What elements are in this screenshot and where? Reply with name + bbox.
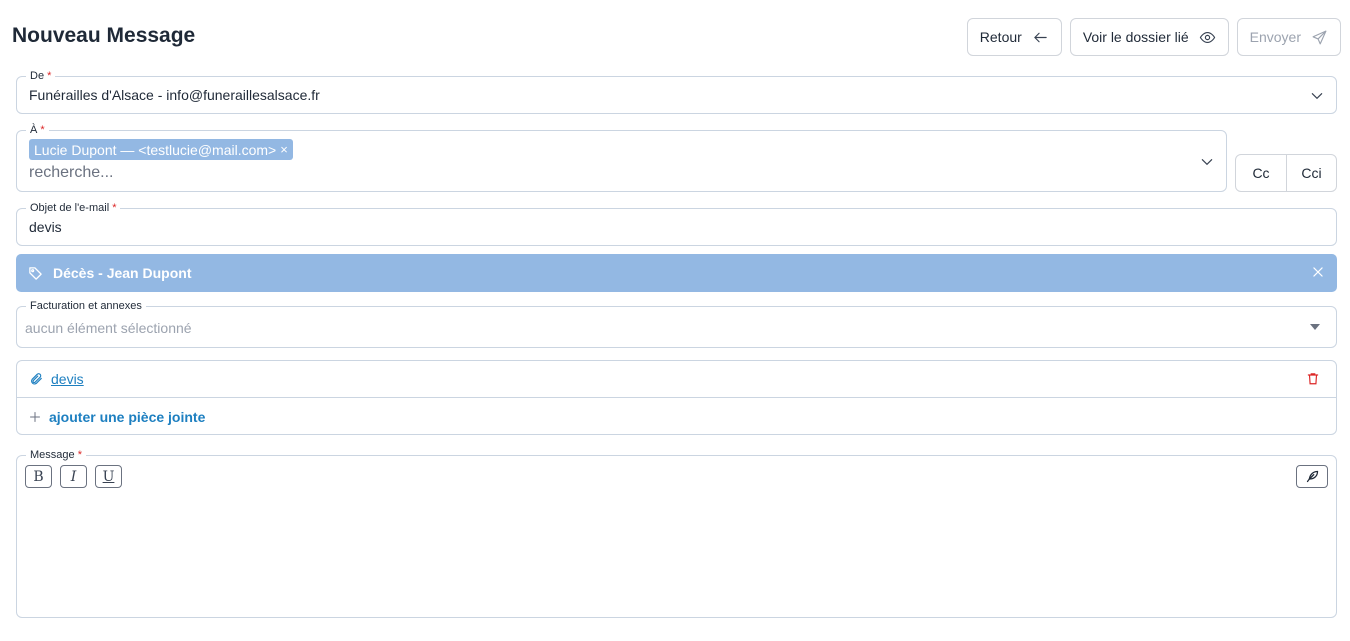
- send-icon: [1312, 30, 1327, 44]
- back-button[interactable]: Retour: [966, 18, 1062, 56]
- recipient-search-input[interactable]: [29, 164, 1129, 182]
- recipient-chip: Lucie Dupont — <testlucie@mail.com> ×: [29, 139, 293, 160]
- feather-icon: [1306, 470, 1318, 483]
- billing-select[interactable]: Facturation et annexes aucun élément sél…: [16, 299, 1337, 348]
- from-label: De *: [26, 69, 56, 83]
- paperclip-icon: [31, 373, 42, 385]
- caret-down-icon: [1310, 324, 1320, 330]
- attachment-item: devis: [17, 361, 1336, 398]
- subject-value: devis: [29, 219, 62, 235]
- back-button-label: Retour: [979, 29, 1022, 45]
- tag-icon: [29, 266, 42, 280]
- subject-label: Objet de l'e-mail *: [26, 201, 121, 215]
- send-button-label: Envoyer: [1249, 29, 1301, 45]
- recipient-chip-label: Lucie Dupont — <testlucie@mail.com>: [34, 141, 277, 158]
- trash-icon[interactable]: [1306, 371, 1320, 386]
- chip-remove-icon[interactable]: ×: [280, 142, 288, 157]
- attachment-link[interactable]: devis: [51, 371, 84, 387]
- plus-icon: [30, 411, 40, 422]
- eye-icon: [1199, 31, 1215, 43]
- italic-button[interactable]: I: [60, 465, 87, 488]
- attachments-panel: devis ajouter une pièce jointe: [16, 360, 1337, 435]
- from-value: Funérailles d'Alsace - info@funeraillesa…: [29, 87, 320, 103]
- underline-button[interactable]: U: [95, 465, 122, 488]
- billing-placeholder: aucun élément sélectionné: [25, 320, 192, 336]
- format-toolbar: B I U: [25, 465, 122, 488]
- billing-label: Facturation et annexes: [26, 299, 146, 313]
- linked-folder-tag: Décès - Jean Dupont: [16, 254, 1337, 292]
- bcc-button[interactable]: Cci: [1286, 155, 1336, 191]
- chevron-down-icon[interactable]: [1200, 155, 1214, 169]
- send-button[interactable]: Envoyer: [1236, 18, 1341, 56]
- message-editor[interactable]: Message * B I U: [16, 448, 1337, 618]
- subject-field[interactable]: Objet de l'e-mail * devis: [16, 201, 1337, 246]
- view-folder-button[interactable]: Voir le dossier lié: [1069, 18, 1229, 56]
- arrow-left-icon: [1034, 32, 1047, 42]
- signature-button[interactable]: [1296, 465, 1328, 488]
- from-select[interactable]: De * Funérailles d'Alsace - info@funerai…: [16, 69, 1337, 114]
- bold-button[interactable]: B: [25, 465, 52, 488]
- cc-bcc-group: Cc Cci: [1235, 154, 1337, 192]
- close-icon[interactable]: [1311, 265, 1325, 279]
- add-attachment-row[interactable]: ajouter une pièce jointe: [17, 398, 1336, 435]
- cc-button[interactable]: Cc: [1236, 155, 1286, 191]
- linked-folder-label: Décès - Jean Dupont: [53, 265, 192, 281]
- top-actions: Retour Voir le dossier lié Envoyer: [966, 18, 1341, 56]
- to-field[interactable]: À * Lucie Dupont — <testlucie@mail.com> …: [16, 123, 1227, 192]
- chevron-down-icon: [1311, 93, 1323, 100]
- add-attachment-link[interactable]: ajouter une pièce jointe: [49, 409, 205, 425]
- to-label: À *: [26, 123, 49, 137]
- message-label: Message *: [26, 448, 86, 462]
- view-folder-label: Voir le dossier lié: [1082, 29, 1189, 45]
- page-title: Nouveau Message: [12, 24, 196, 47]
